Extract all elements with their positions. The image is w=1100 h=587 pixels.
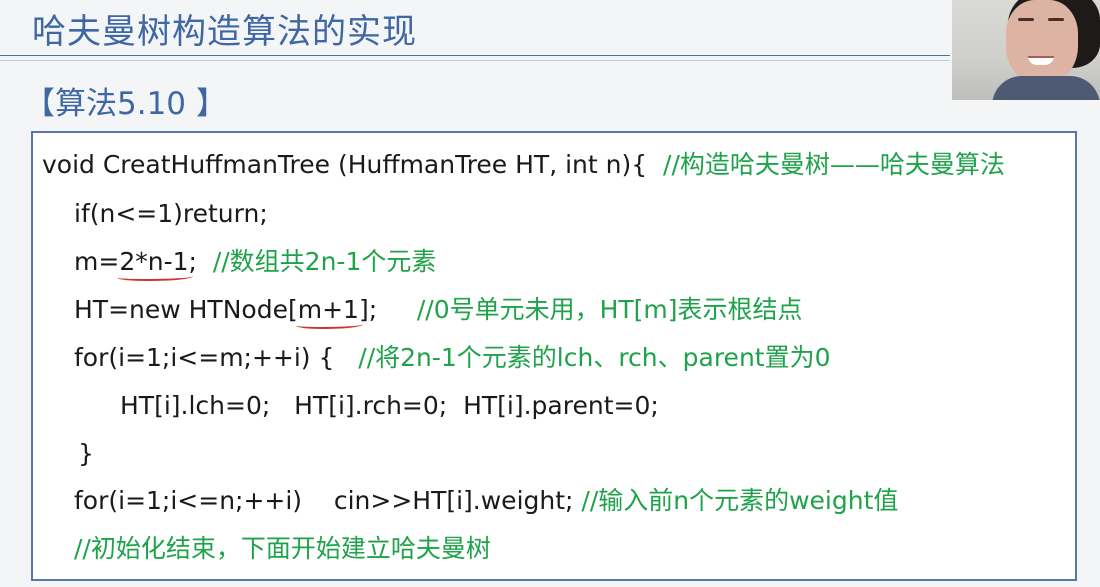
red-underlined-expression: m+1: [295, 295, 364, 329]
code-line-2: if(n<=1)return;: [74, 199, 268, 229]
presenter-body: [992, 76, 1100, 100]
code-text: ;: [188, 247, 213, 276]
title-divider: [0, 55, 950, 56]
code-text: HT=new HTNode[: [74, 295, 298, 324]
code-comment: //将2n-1个元素的lch、rch、parent置为0: [358, 343, 831, 372]
code-text: m=: [74, 247, 120, 276]
code-line-8: for(i=1;i<=n;++i) cin>>HT[i].weight; //输…: [74, 486, 898, 516]
code-text: ];: [358, 295, 417, 324]
slide: 哈夫曼树构造算法的实现 【算法5.10 】 void CreatHuffmanT…: [0, 0, 1100, 587]
code-text: for(i=1;i<=n;++i) cin>>HT[i].weight;: [74, 486, 582, 515]
code-line-9: //初始化结束，下面开始建立哈夫曼树: [74, 534, 491, 564]
presenter-face: [1006, 0, 1078, 84]
presenter-eye: [1018, 18, 1034, 21]
code-line-5: for(i=1;i<=m;++i) { //将2n-1个元素的lch、rch、p…: [74, 343, 831, 373]
code-line-6: HT[i].lch=0; HT[i].rch=0; HT[i].parent=0…: [120, 391, 659, 421]
algorithm-label: 【算法5.10 】: [24, 86, 227, 122]
code-line-3: m=2*n-1; //数组共2n-1个元素: [74, 247, 437, 281]
code-text: }: [78, 439, 94, 468]
code-line-7: }: [78, 439, 94, 469]
title-divider-secondary: [0, 60, 950, 61]
code-comment: //输入前n个元素的weight值: [581, 486, 899, 515]
code-text: for(i=1;i<=m;++i) {: [74, 343, 359, 372]
code-text: if(n<=1)return;: [74, 199, 268, 228]
code-comment: //数组共2n-1个元素: [212, 247, 437, 276]
code-line-1: void CreatHuffmanTree (HuffmanTree HT, i…: [42, 150, 1005, 180]
code-comment: //0号单元未用，HT[m]表示根结点: [416, 295, 803, 324]
code-box: void CreatHuffmanTree (HuffmanTree HT, i…: [31, 131, 1077, 581]
code-text: void CreatHuffmanTree (HuffmanTree HT, i…: [42, 150, 664, 179]
slide-title: 哈夫曼树构造算法的实现: [32, 12, 417, 52]
code-comment: //构造哈夫曼树——哈夫曼算法: [663, 150, 1005, 179]
red-underlined-expression: 2*n-1: [117, 247, 193, 281]
code-comment: //初始化结束，下面开始建立哈夫曼树: [74, 534, 491, 563]
code-text: HT[i].lch=0; HT[i].rch=0; HT[i].parent=0…: [120, 391, 659, 420]
presenter-eye: [1048, 18, 1064, 21]
code-line-4: HT=new HTNode[m+1]; //0号单元未用，HT[m]表示根结点: [74, 295, 803, 329]
presenter-webcam: [952, 0, 1100, 100]
